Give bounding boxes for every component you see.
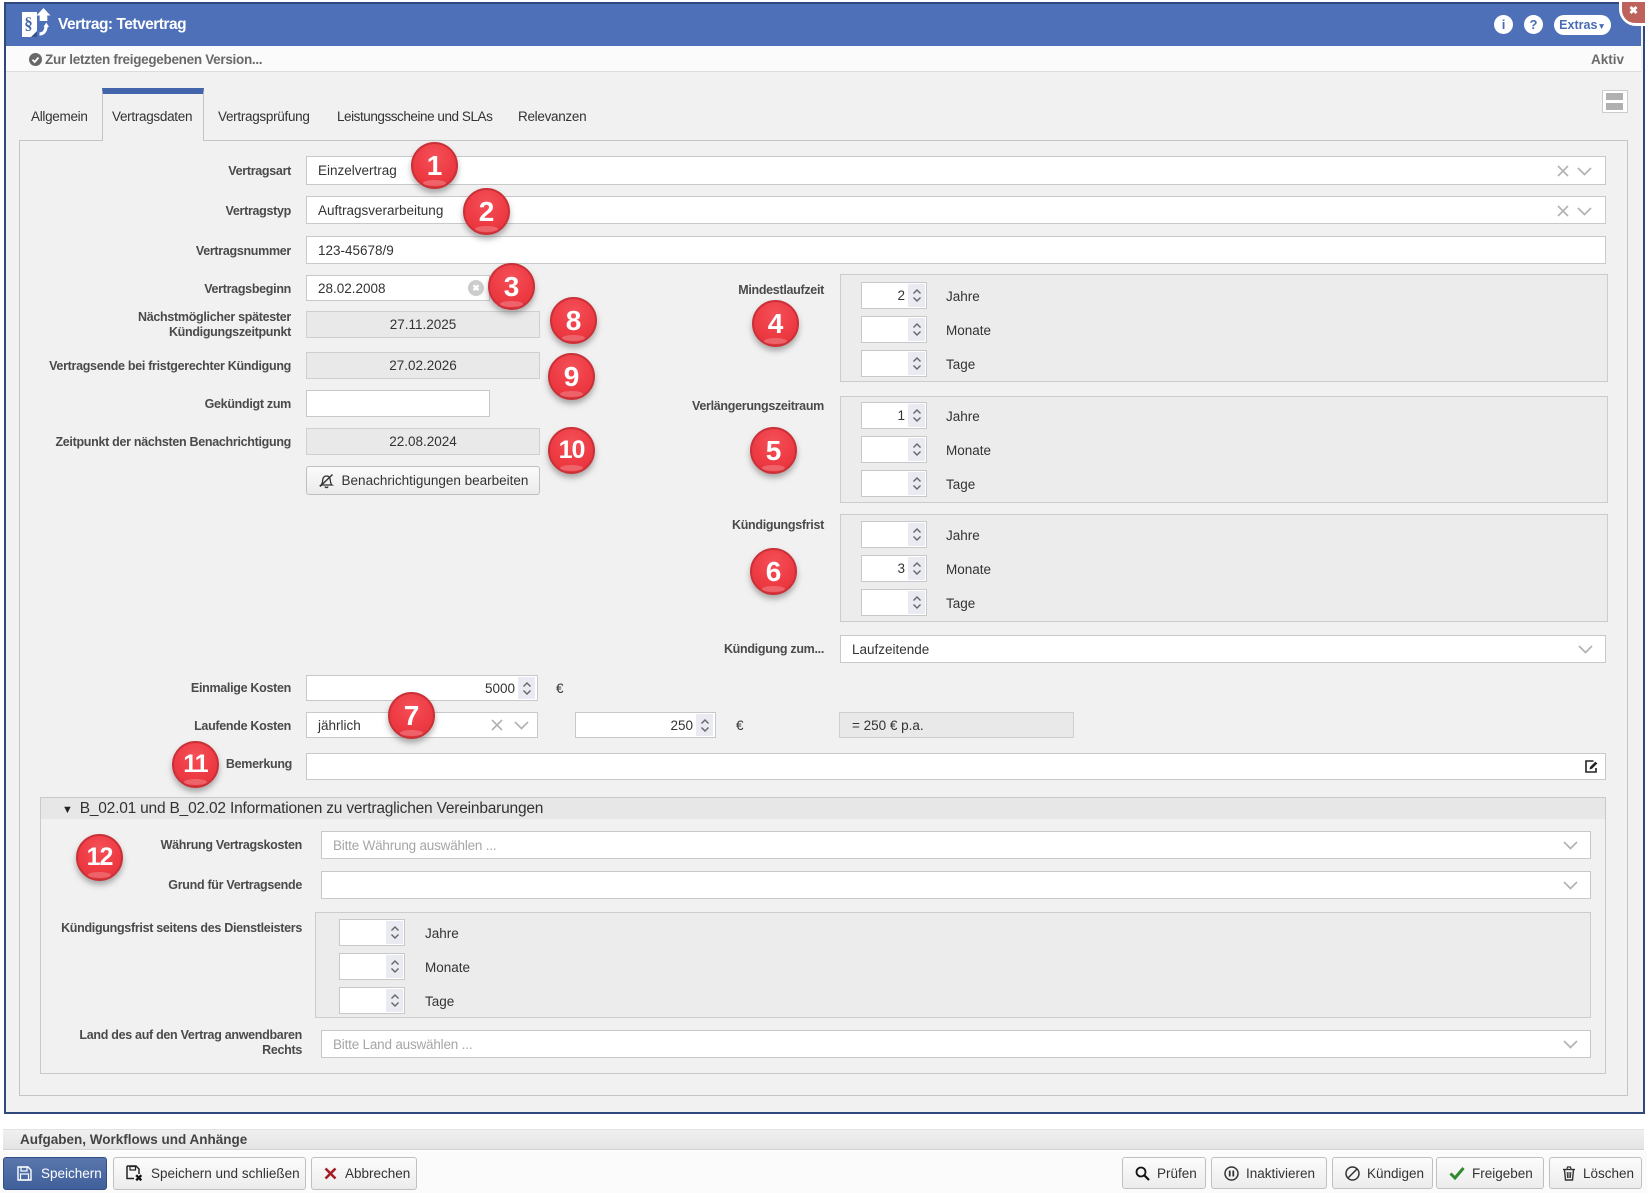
svg-text:§: § <box>24 14 33 33</box>
